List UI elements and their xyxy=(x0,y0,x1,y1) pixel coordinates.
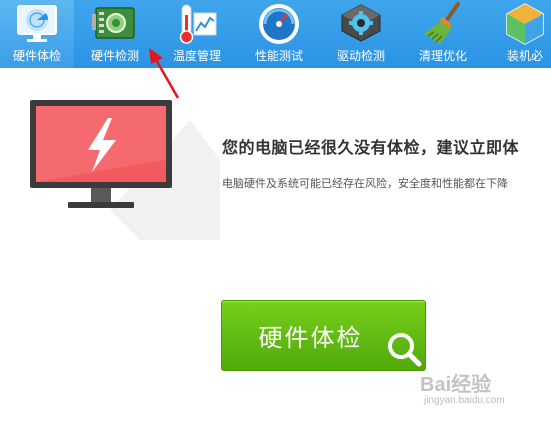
tab-driver-detection[interactable]: 驱动检测 xyxy=(320,0,402,68)
broom-icon xyxy=(418,1,468,47)
top-toolbar: 硬件体检 硬件检测 温度管理 性能测试 驱动检测 清理优化 装机必 xyxy=(0,0,551,68)
tab-label: 装机必 xyxy=(506,49,543,63)
tab-cleanup-optimize[interactable]: 清理优化 xyxy=(402,0,484,68)
watermark-url: jingyan.baidu.com xyxy=(424,395,505,406)
tab-hardware-checkup[interactable]: 硬件体检 xyxy=(0,0,74,68)
tab-label: 温度管理 xyxy=(172,49,221,63)
baidu-jingyan-watermark: Bai经验 jingyan.baidu.com xyxy=(420,368,530,413)
start-hardware-checkup-button[interactable]: 硬件体检 xyxy=(221,300,426,371)
tab-install-essentials[interactable]: 装机必 xyxy=(484,0,551,68)
monitor-radar-icon xyxy=(12,1,62,47)
warning-monitor-illustration xyxy=(30,100,220,240)
button-label: 硬件体检 xyxy=(258,324,363,352)
motherboard-icon xyxy=(90,1,140,47)
tab-label: 硬件检测 xyxy=(90,49,139,63)
tab-temperature-management[interactable]: 温度管理 xyxy=(156,0,238,68)
tab-label: 清理优化 xyxy=(418,49,467,63)
tab-performance-test[interactable]: 性能测试 xyxy=(238,0,320,68)
tab-label: 驱动检测 xyxy=(336,49,385,63)
tab-hardware-detection[interactable]: 硬件检测 xyxy=(74,0,156,68)
driver-gear-icon xyxy=(336,1,386,47)
speedometer-icon xyxy=(254,1,304,47)
thermometer-icon xyxy=(172,1,222,47)
watermark-brand: Bai经验 xyxy=(420,374,492,396)
tab-label: 硬件体检 xyxy=(12,49,61,63)
risk-warning-text: 电脑硬件及系统可能已经存在风险，安全度和性能都在下降 xyxy=(222,177,508,190)
checkup-reminder-headline: 您的电脑已经很久没有体检，建议立即体 xyxy=(222,138,520,157)
cube-box-icon xyxy=(500,1,550,47)
tab-label: 性能测试 xyxy=(254,49,303,63)
